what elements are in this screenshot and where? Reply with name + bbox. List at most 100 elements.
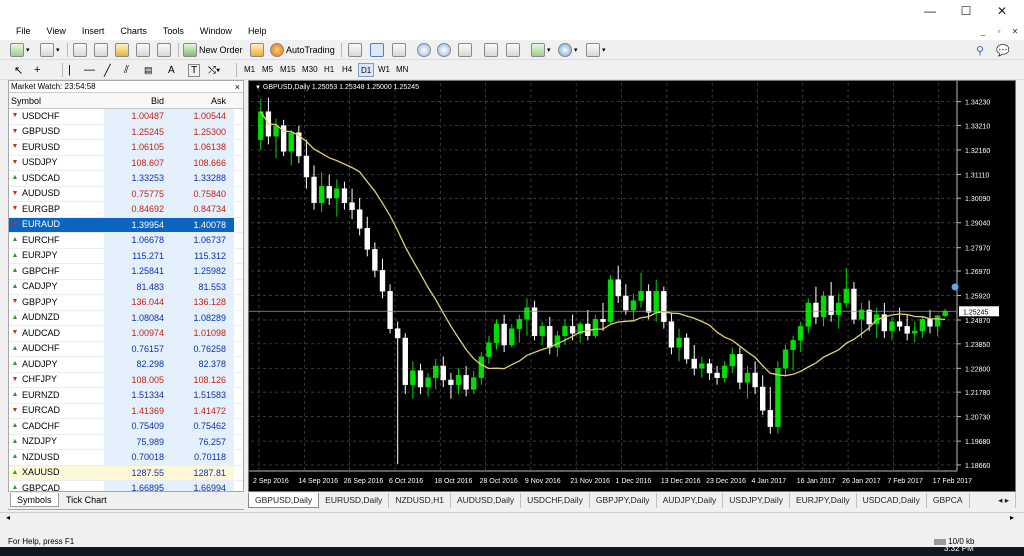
timeframe-h4[interactable]: H4 [340,63,354,77]
symbol-row-cadchf[interactable]: ▲ CADCHF 0.75409 0.75462 [9,419,243,435]
menu-file[interactable]: File [8,24,39,38]
minimize-button[interactable]: — [916,4,944,18]
symbol-row-gbpusd[interactable]: ▼ GBPUSD 1.25245 1.25300 [9,124,243,140]
chart-window[interactable]: 1.34230 1.33210 1.32160 1.31110 1.30090 1.290… [248,80,1016,492]
bar-chart-button[interactable] [348,42,362,58]
timeframe-w1[interactable]: W1 [376,63,392,77]
chart-tab[interactable]: NZDUSD,H1 [389,493,451,508]
mdi-close-button[interactable]: ✕ [1008,27,1022,37]
symbol-row-nzdjpy[interactable]: ▲ NZDJPY 75.989 76.257 [9,434,243,450]
auto-scroll-button[interactable] [484,42,498,58]
candlestick-chart[interactable]: 1.34230 1.33210 1.32160 1.31110 1.30090 1.290… [249,81,1015,491]
chart-tab[interactable]: AUDUSD,Daily [451,493,522,508]
horizontal-scrollbar[interactable]: ◂ ▸ [0,512,1024,526]
maximize-button[interactable]: ☐ [952,4,980,18]
timeframe-m1[interactable]: M1 [242,63,257,77]
symbol-row-gbpjpy[interactable]: ▼ GBPJPY 136.044 136.128 [9,295,243,311]
templates-button[interactable]: ▾ [586,42,606,58]
tab-symbols[interactable]: Symbols [10,493,59,507]
scroll-left-icon[interactable]: ◂ [6,513,10,522]
chart-tab[interactable]: GBPCA [927,493,970,508]
symbol-row-euraud[interactable]: ▼ EURAUD 1.39954 1.40078 [9,217,243,233]
symbol-row-eurgbp[interactable]: ▼ EURGBP 0.84692 0.84734 [9,202,243,218]
terminal-button[interactable] [136,42,150,58]
menu-insert[interactable]: Insert [74,24,113,38]
timeframe-mn[interactable]: MN [394,63,410,77]
column-header-symbol[interactable]: Symbol [9,93,104,108]
market-watch-close-icon[interactable]: × [235,81,240,93]
periods-button[interactable]: ▾ [558,42,578,58]
menu-window[interactable]: Window [192,24,240,38]
symbol-row-audjpy[interactable]: ▲ AUDJPY 82.298 82.378 [9,357,243,373]
crosshair-tool[interactable]: + [34,62,40,78]
new-chart-button[interactable]: ▾ [10,42,30,58]
column-header-bid[interactable]: Bid [104,93,168,108]
symbol-row-usdjpy[interactable]: ▼ USDJPY 108.607 108.666 [9,155,243,171]
chat-button[interactable]: 💬 [996,42,1010,58]
timeframe-m30[interactable]: M30 [300,63,320,77]
symbol-row-xauusd[interactable]: ▲ XAUUSD 1287.55 1287.81 [9,465,243,481]
horizontal-line-tool[interactable]: — [84,62,95,78]
chart-tab[interactable]: EURUSD,Daily [319,493,390,508]
tab-tick-chart[interactable]: Tick Chart [60,493,113,507]
symbol-row-cadjpy[interactable]: ▲ CADJPY 81.483 81.553 [9,279,243,295]
data-window-button[interactable] [94,42,108,58]
tile-windows-button[interactable] [458,42,472,58]
navigator-button[interactable] [115,42,129,58]
new-order-button[interactable]: New Order [183,42,243,58]
chart-tab[interactable]: USDJPY,Daily [723,493,790,508]
cursor-tool[interactable]: ↖ [14,62,23,78]
line-chart-button[interactable] [392,42,406,58]
symbol-row-chfjpy[interactable]: ▼ CHFJPY 108.005 108.126 [9,372,243,388]
profiles-button[interactable]: ▾ [40,42,60,58]
chart-tab[interactable]: EURJPY,Daily [790,493,857,508]
indicators-button[interactable]: ▾ [531,42,551,58]
search-button[interactable]: ⚲ [976,42,984,58]
symbol-row-gbpchf[interactable]: ▲ GBPCHF 1.25841 1.25982 [9,264,243,280]
menu-view[interactable]: View [39,24,74,38]
trendline-tool[interactable]: ╱ [104,62,111,78]
close-button[interactable]: ✕ [988,4,1016,18]
fibonacci-tool[interactable]: ▤ [144,62,153,78]
arrows-tool[interactable]: ⤭▾ [208,62,220,78]
autotrading-button[interactable]: AutoTrading [270,42,335,58]
chart-tab[interactable]: USDCHF,Daily [521,493,590,508]
symbol-row-eurnzd[interactable]: ▲ EURNZD 1.51334 1.51583 [9,388,243,404]
timeframe-d1[interactable]: D1 [358,63,375,77]
metaeditor-button[interactable] [250,42,264,58]
symbol-row-audusd[interactable]: ▼ AUDUSD 0.75775 0.75840 [9,186,243,202]
chart-tab[interactable]: AUDJPY,Daily [657,493,724,508]
symbol-row-audnzd[interactable]: ▲ AUDNZD 1.08084 1.08289 [9,310,243,326]
menu-help[interactable]: Help [240,24,275,38]
symbol-row-eurcad[interactable]: ▼ EURCAD 1.41369 1.41472 [9,403,243,419]
timeframe-m15[interactable]: M15 [278,63,298,77]
symbol-row-eurchf[interactable]: ▲ EURCHF 1.06678 1.06737 [9,233,243,249]
menu-tools[interactable]: Tools [155,24,192,38]
mdi-restore-button[interactable]: ▫ [992,27,1006,37]
chart-tab[interactable]: GBPJPY,Daily [590,493,657,508]
timeframe-m5[interactable]: M5 [260,63,275,77]
symbol-row-eurusd[interactable]: ▼ EURUSD 1.06105 1.06138 [9,140,243,156]
zoom-out-button[interactable] [437,42,451,58]
symbol-row-audchf[interactable]: ▲ AUDCHF 0.76157 0.76258 [9,341,243,357]
menu-charts[interactable]: Charts [112,24,155,38]
mdi-minimize-button[interactable]: _ [976,27,990,37]
chart-tab[interactable]: GBPUSD,Daily [248,493,320,508]
chart-tabs-scroll-icon[interactable]: ◂ ▸ [992,493,1016,508]
text-tool[interactable]: A [168,62,175,78]
vertical-line-tool[interactable]: | [68,62,71,78]
text-label-tool[interactable]: T [188,62,201,78]
symbol-row-audcad[interactable]: ▼ AUDCAD 1.00974 1.01098 [9,326,243,342]
candlestick-chart-button[interactable] [370,42,384,58]
zoom-in-button[interactable] [417,42,431,58]
chart-menu-icon[interactable]: ▼ [255,85,261,91]
chart-shift-button[interactable] [506,42,520,58]
timeframe-h1[interactable]: H1 [322,63,336,77]
symbol-row-usdchf[interactable]: ▼ USDCHF 1.00487 1.00544 [9,109,243,125]
chart-tab[interactable]: USDCAD,Daily [857,493,927,508]
scroll-right-icon[interactable]: ▸ [1010,513,1014,522]
symbol-row-usdcad[interactable]: ▲ USDCAD 1.33253 1.33288 [9,171,243,187]
symbol-row-eurjpy[interactable]: ▲ EURJPY 115.271 115.312 [9,248,243,264]
channel-tool[interactable]: ⫽ [124,62,129,78]
symbol-row-nzdusd[interactable]: ▲ NZDUSD 0.70018 0.70118 [9,450,243,466]
